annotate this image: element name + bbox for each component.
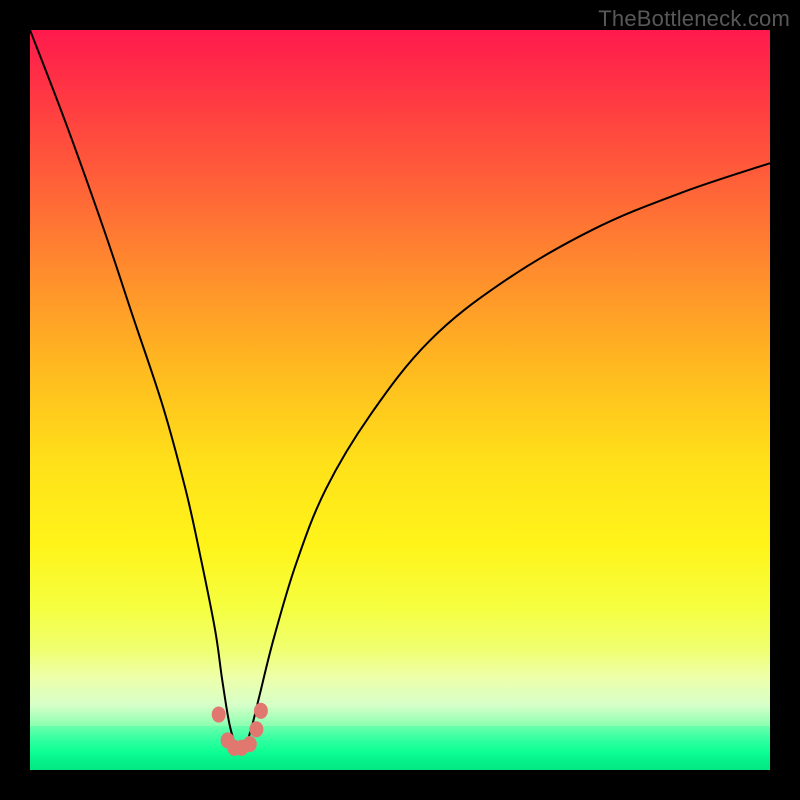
highlight-dot	[254, 703, 268, 719]
highlight-markers	[212, 703, 268, 756]
curve-svg	[30, 30, 770, 770]
highlight-dot	[249, 721, 263, 737]
outer-frame: TheBottleneck.com	[0, 0, 800, 800]
bottleneck-curve	[30, 30, 770, 751]
plot-area	[30, 30, 770, 770]
highlight-dot	[212, 706, 226, 722]
watermark-text: TheBottleneck.com	[598, 6, 790, 32]
highlight-dot	[243, 736, 257, 752]
